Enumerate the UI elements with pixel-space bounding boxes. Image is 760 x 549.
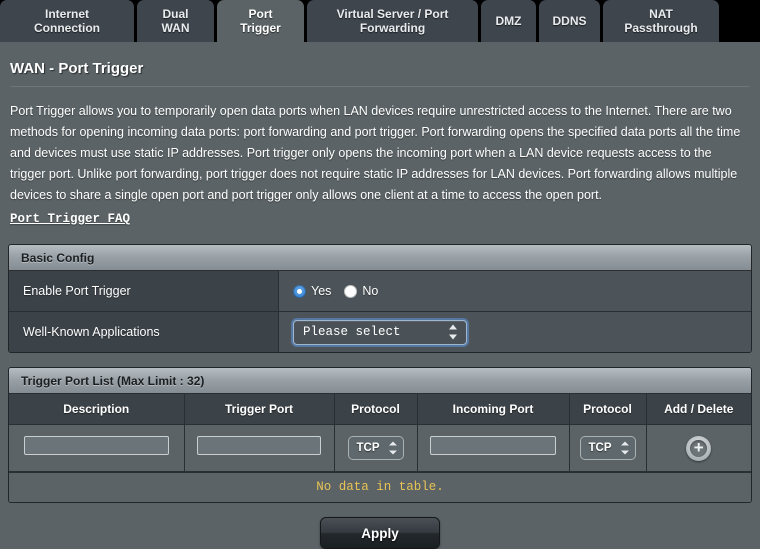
cell-incoming-protocol: TCP bbox=[569, 424, 647, 472]
tab-label: DMZ bbox=[495, 14, 522, 28]
basic-config-header: Basic Config bbox=[9, 245, 751, 271]
column-header-trigger-protocol: Protocol bbox=[334, 394, 418, 425]
column-header-description: Description bbox=[9, 394, 185, 425]
incoming-port-input[interactable] bbox=[430, 436, 556, 455]
footer-actions: Apply bbox=[8, 503, 752, 549]
table-input-row: TCP TCP bbox=[9, 424, 751, 472]
cell-trigger-protocol: TCP bbox=[334, 424, 418, 472]
router-admin-page: Internet Connection Dual WAN Port Trigge… bbox=[0, 0, 760, 549]
tab-internet-connection[interactable]: Internet Connection bbox=[0, 0, 134, 42]
tab-label: DDNS bbox=[552, 14, 587, 28]
select-value: TCP bbox=[588, 442, 612, 454]
port-trigger-faq-link[interactable]: Port Trigger FAQ bbox=[10, 209, 130, 230]
stepper-arrows-icon[interactable] bbox=[449, 324, 458, 340]
cell-add-delete bbox=[646, 424, 751, 472]
radio-label: Yes bbox=[311, 284, 332, 298]
radio-icon[interactable] bbox=[293, 284, 306, 298]
title-divider bbox=[10, 86, 750, 87]
tab-label: Port Trigger bbox=[240, 7, 281, 35]
column-header-incoming-port: Incoming Port bbox=[417, 394, 570, 425]
well-known-applications-field: Please select bbox=[279, 312, 751, 352]
tab-virtual-server-port-forwarding[interactable]: Virtual Server / Port Forwarding bbox=[307, 0, 478, 42]
table-header-row: Description Trigger Port Protocol Incomi… bbox=[9, 394, 751, 425]
trigger-port-table: Description Trigger Port Protocol Incomi… bbox=[9, 394, 751, 472]
row-enable-port-trigger: Enable Port Trigger Yes No bbox=[9, 271, 751, 312]
radio-option-no[interactable]: No bbox=[344, 284, 378, 298]
well-known-applications-label: Well-Known Applications bbox=[9, 312, 279, 352]
tab-ddns[interactable]: DDNS bbox=[539, 0, 600, 42]
content-area: WAN - Port Trigger Port Trigger allows y… bbox=[0, 42, 760, 549]
description-text: Port Trigger allows you to temporarily o… bbox=[10, 104, 741, 202]
radio-label: No bbox=[362, 284, 379, 298]
trigger-protocol-select[interactable]: TCP bbox=[347, 436, 404, 460]
stepper-arrows-icon[interactable] bbox=[620, 441, 629, 455]
tab-label: Internet Connection bbox=[34, 7, 100, 35]
enable-port-trigger-label: Enable Port Trigger bbox=[9, 271, 279, 311]
trigger-port-list-panel: Trigger Port List (Max Limit : 32) Descr… bbox=[8, 367, 752, 503]
tab-dual-wan[interactable]: Dual WAN bbox=[137, 0, 214, 42]
column-header-incoming-protocol: Protocol bbox=[569, 394, 647, 425]
cell-trigger-port bbox=[184, 424, 335, 472]
tab-dmz[interactable]: DMZ bbox=[481, 0, 536, 42]
stepper-arrows-icon[interactable] bbox=[388, 441, 397, 455]
column-header-add-delete: Add / Delete bbox=[646, 394, 751, 425]
trigger-port-input[interactable] bbox=[197, 436, 321, 455]
well-known-applications-select[interactable]: Please select bbox=[293, 319, 467, 345]
row-well-known-applications: Well-Known Applications Please select bbox=[9, 312, 751, 352]
add-row-button[interactable] bbox=[686, 435, 712, 461]
radio-icon[interactable] bbox=[344, 284, 358, 298]
page-description: Port Trigger allows you to temporarily o… bbox=[8, 101, 752, 230]
column-header-trigger-port: Trigger Port bbox=[184, 394, 335, 425]
tab-nat-passthrough[interactable]: NAT Passthrough bbox=[603, 0, 719, 42]
trigger-port-list-header: Trigger Port List (Max Limit : 32) bbox=[9, 368, 751, 394]
tab-bar: Internet Connection Dual WAN Port Trigge… bbox=[0, 0, 760, 42]
tab-label: NAT Passthrough bbox=[624, 7, 698, 35]
select-value: Please select bbox=[303, 325, 401, 339]
description-input[interactable] bbox=[23, 436, 169, 455]
incoming-protocol-select[interactable]: TCP bbox=[579, 436, 636, 460]
cell-description bbox=[9, 424, 185, 472]
select-value: TCP bbox=[356, 442, 380, 454]
tab-label: Virtual Server / Port Forwarding bbox=[336, 7, 449, 35]
page-title: WAN - Port Trigger bbox=[10, 60, 144, 77]
tab-port-trigger[interactable]: Port Trigger bbox=[217, 0, 304, 42]
enable-port-trigger-field: Yes No bbox=[279, 271, 751, 311]
apply-button[interactable]: Apply bbox=[320, 517, 440, 549]
tab-label: Dual WAN bbox=[161, 7, 190, 35]
radio-option-yes[interactable]: Yes bbox=[293, 284, 331, 298]
empty-table-message: No data in table. bbox=[9, 472, 751, 502]
cell-incoming-port bbox=[417, 424, 570, 472]
enable-port-trigger-radio-group: Yes No bbox=[293, 284, 378, 298]
basic-config-panel: Basic Config Enable Port Trigger Yes No bbox=[8, 244, 752, 353]
